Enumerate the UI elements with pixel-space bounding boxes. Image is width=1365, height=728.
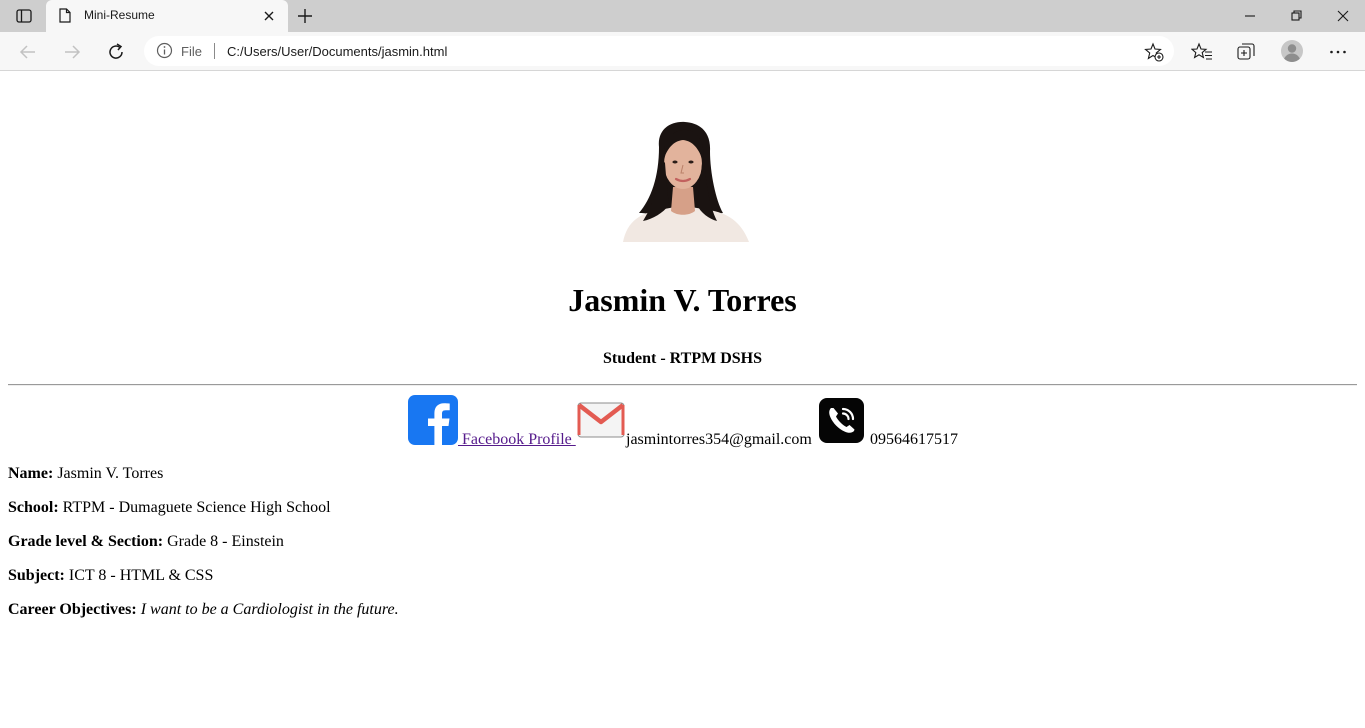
plus-icon[interactable] [296,7,314,25]
favorites-icon[interactable] [1190,41,1213,63]
profile-photo [613,121,753,242]
browser-toolbar: File C:/Users/User/Documents/jasmin.html [0,32,1365,71]
url-text[interactable]: C:/Users/User/Documents/jasmin.html [227,44,447,59]
page-icon [59,8,71,28]
horizontal-divider [8,384,1357,386]
detail-value: ICT 8 - HTML & CSS [68,567,214,584]
address-bar[interactable]: File C:/Users/User/Documents/jasmin.html [144,36,1174,66]
add-favorite-icon[interactable] [1144,42,1164,67]
refresh-icon[interactable] [105,41,127,63]
tab-actions-icon[interactable] [12,7,36,25]
resume-subtitle: Student - RTPM DSHS [602,350,762,367]
detail-name: Name: Jasmin V. Torres [8,465,163,483]
detail-value: RTPM - Dumaguete Science High School [62,499,331,516]
detail-label: School: [8,499,59,516]
detail-grade-section: Grade level & Section: Grade 8 - Einstei… [8,533,284,551]
close-window-icon[interactable] [1335,8,1351,24]
info-icon[interactable] [156,42,173,64]
phone-number: 09564617517 [870,431,958,448]
forward-arrow-icon[interactable] [61,41,83,63]
phone-icon [819,398,864,443]
minimize-icon[interactable] [1242,8,1258,24]
detail-value: Jasmin V. Torres [57,465,164,482]
resume-name-heading: Jasmin V. Torres [568,282,797,318]
facebook-profile-link[interactable]: Facebook Profile [458,431,576,449]
detail-value: I want to be a Cardiologist in the futur… [140,601,399,618]
email-icon [577,402,625,438]
tab-strip: Mini-Resume [0,0,1365,32]
close-icon[interactable] [262,9,276,23]
restore-icon[interactable] [1288,8,1304,24]
detail-label: Career Objectives: [8,601,137,618]
scheme-label: File [181,44,202,59]
detail-label: Grade level & Section: [8,533,164,550]
resume-page: Jasmin V. Torres Student - RTPM DSHS Fac… [0,71,1365,728]
omnibox-divider [214,43,215,59]
facebook-icon[interactable] [408,395,458,445]
detail-school: School: RTPM - Dumaguete Science High Sc… [8,499,331,517]
active-tab[interactable]: Mini-Resume [46,0,288,32]
detail-career-objectives: Career Objectives: I want to be a Cardio… [8,601,399,619]
tab-title: Mini-Resume [84,8,155,22]
detail-value: Grade 8 - Einstein [167,533,284,550]
collections-icon[interactable] [1235,41,1257,63]
more-icon[interactable] [1327,41,1349,63]
detail-subject: Subject: ICT 8 - HTML & CSS [8,567,213,585]
detail-label: Name: [8,465,54,482]
profile-icon[interactable] [1281,40,1303,62]
detail-label: Subject: [8,567,65,584]
back-arrow-icon[interactable] [17,41,39,63]
contact-row: Facebook Profile jasmintorres354@gmail.c… [0,394,1365,450]
email-address: jasmintorres354@gmail.com [626,431,812,448]
